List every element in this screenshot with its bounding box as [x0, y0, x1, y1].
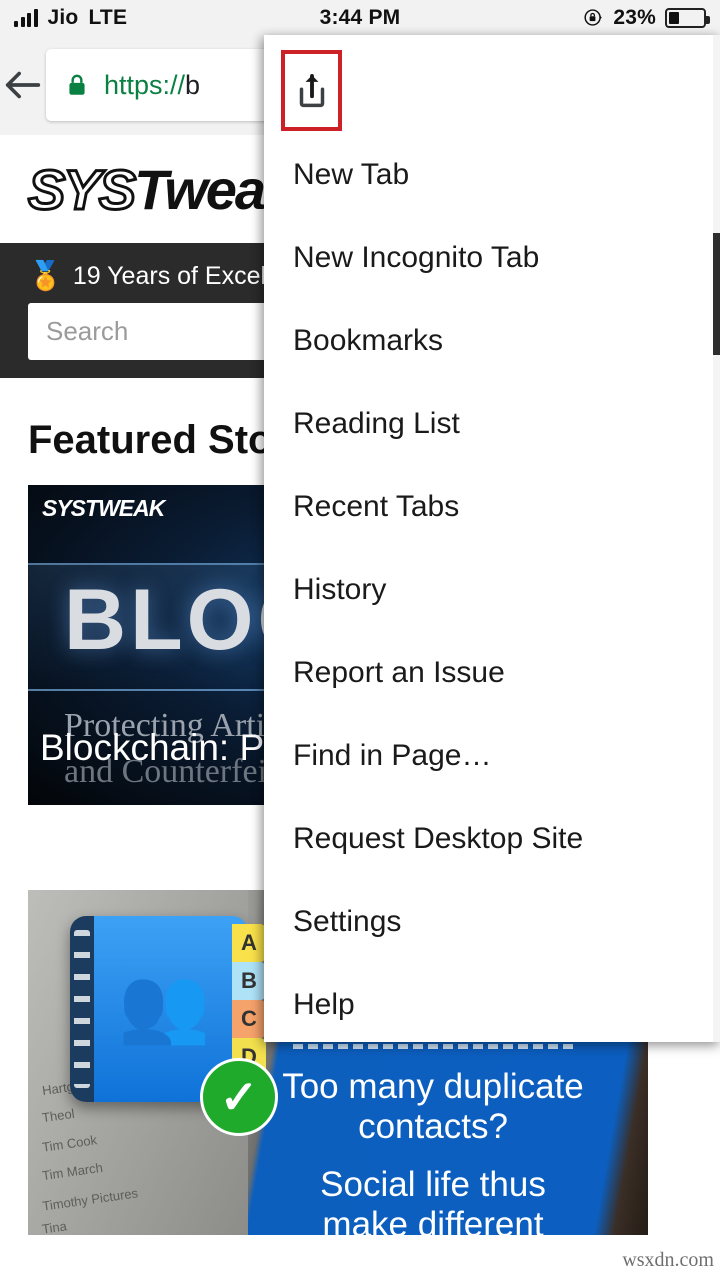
list-item: Tina [41, 1218, 68, 1235]
list-item: Theol [41, 1106, 75, 1125]
menu-item-label: Help [293, 988, 355, 1022]
tab-letter: C [232, 1000, 266, 1038]
carrier-label: Jio [48, 6, 79, 30]
menu-item-request-desktop-site[interactable]: Request Desktop Site [264, 797, 720, 880]
status-bar-right: 23% [583, 6, 706, 30]
menu-item-recent-tabs[interactable]: Recent Tabs [264, 465, 720, 548]
list-item: Tim March [41, 1160, 103, 1183]
menu-item-reading-list[interactable]: Reading List [264, 382, 720, 465]
tab-letter: B [232, 962, 266, 1000]
menu-item-new-incognito-tab[interactable]: New Incognito Tab [264, 216, 720, 299]
medal-icon: 🏅 [28, 262, 63, 290]
list-item: Timothy Pictures [41, 1185, 138, 1213]
menu-item-report-an-issue[interactable]: Report an Issue [264, 631, 720, 714]
tab-letter: A [232, 924, 266, 962]
menu-scrollbar[interactable] [713, 35, 720, 1042]
menu-item-label: History [293, 573, 386, 607]
menu-item-label: New Tab [293, 158, 409, 192]
menu-scrollbar-thumb[interactable] [713, 233, 720, 355]
share-icon [291, 69, 333, 113]
menu-item-label: New Incognito Tab [293, 241, 539, 275]
site-logo-sys: SYS [28, 157, 134, 222]
menu-item-history[interactable]: History [264, 548, 720, 631]
status-bar-left: Jio LTE [14, 6, 127, 30]
menu-item-label: Request Desktop Site [293, 822, 583, 856]
rotation-lock-icon [583, 7, 604, 28]
people-group-icon: 👥 [118, 968, 210, 1042]
back-arrow-icon [0, 62, 46, 108]
menu-item-list: New Tab New Incognito Tab Bookmarks Reading… [264, 133, 720, 1042]
promo-line-1: Too many duplicate [280, 1067, 586, 1107]
back-button[interactable] [0, 62, 46, 108]
card-brand-label: SYSTWEAK [42, 495, 164, 522]
alphabet-tabs: A B C D [232, 924, 266, 1076]
menu-item-label: Reading List [293, 407, 460, 441]
menu-item-settings[interactable]: Settings [264, 880, 720, 963]
watermark-label: wsxdn.com [622, 1249, 714, 1272]
status-bar: Jio LTE 3:44 PM 23% [0, 0, 720, 35]
battery-icon [665, 8, 706, 28]
list-item: Tim Cook [41, 1132, 98, 1155]
url-scheme: https:// [104, 70, 185, 100]
url-text: https://b [104, 70, 200, 101]
menu-item-label: Settings [293, 905, 401, 939]
menu-item-label: Bookmarks [293, 324, 443, 358]
promo-divider [293, 1044, 573, 1049]
share-button-highlight[interactable] [281, 50, 342, 131]
network-type-label: LTE [88, 6, 127, 30]
menu-item-label: Report an Issue [293, 656, 505, 690]
menu-item-label: Find in Page… [293, 739, 491, 773]
https-lock-icon [64, 70, 90, 100]
signal-bars-icon [14, 9, 38, 27]
url-host: b [185, 70, 200, 100]
browser-overflow-menu: New Tab New Incognito Tab Bookmarks Reading… [264, 35, 720, 1042]
menu-item-label: Recent Tabs [293, 490, 459, 524]
menu-item-new-tab[interactable]: New Tab [264, 133, 720, 216]
promo-line-3: Social life thus make different [280, 1165, 586, 1235]
green-checkmark-icon: ✓ [200, 1058, 278, 1136]
notebook-rings-icon [74, 930, 90, 1088]
menu-item-bookmarks[interactable]: Bookmarks [264, 299, 720, 382]
menu-item-help[interactable]: Help [264, 963, 720, 1042]
battery-percent-label: 23% [613, 6, 656, 30]
menu-item-find-in-page[interactable]: Find in Page… [264, 714, 720, 797]
promo-line-2: contacts? [280, 1107, 586, 1147]
